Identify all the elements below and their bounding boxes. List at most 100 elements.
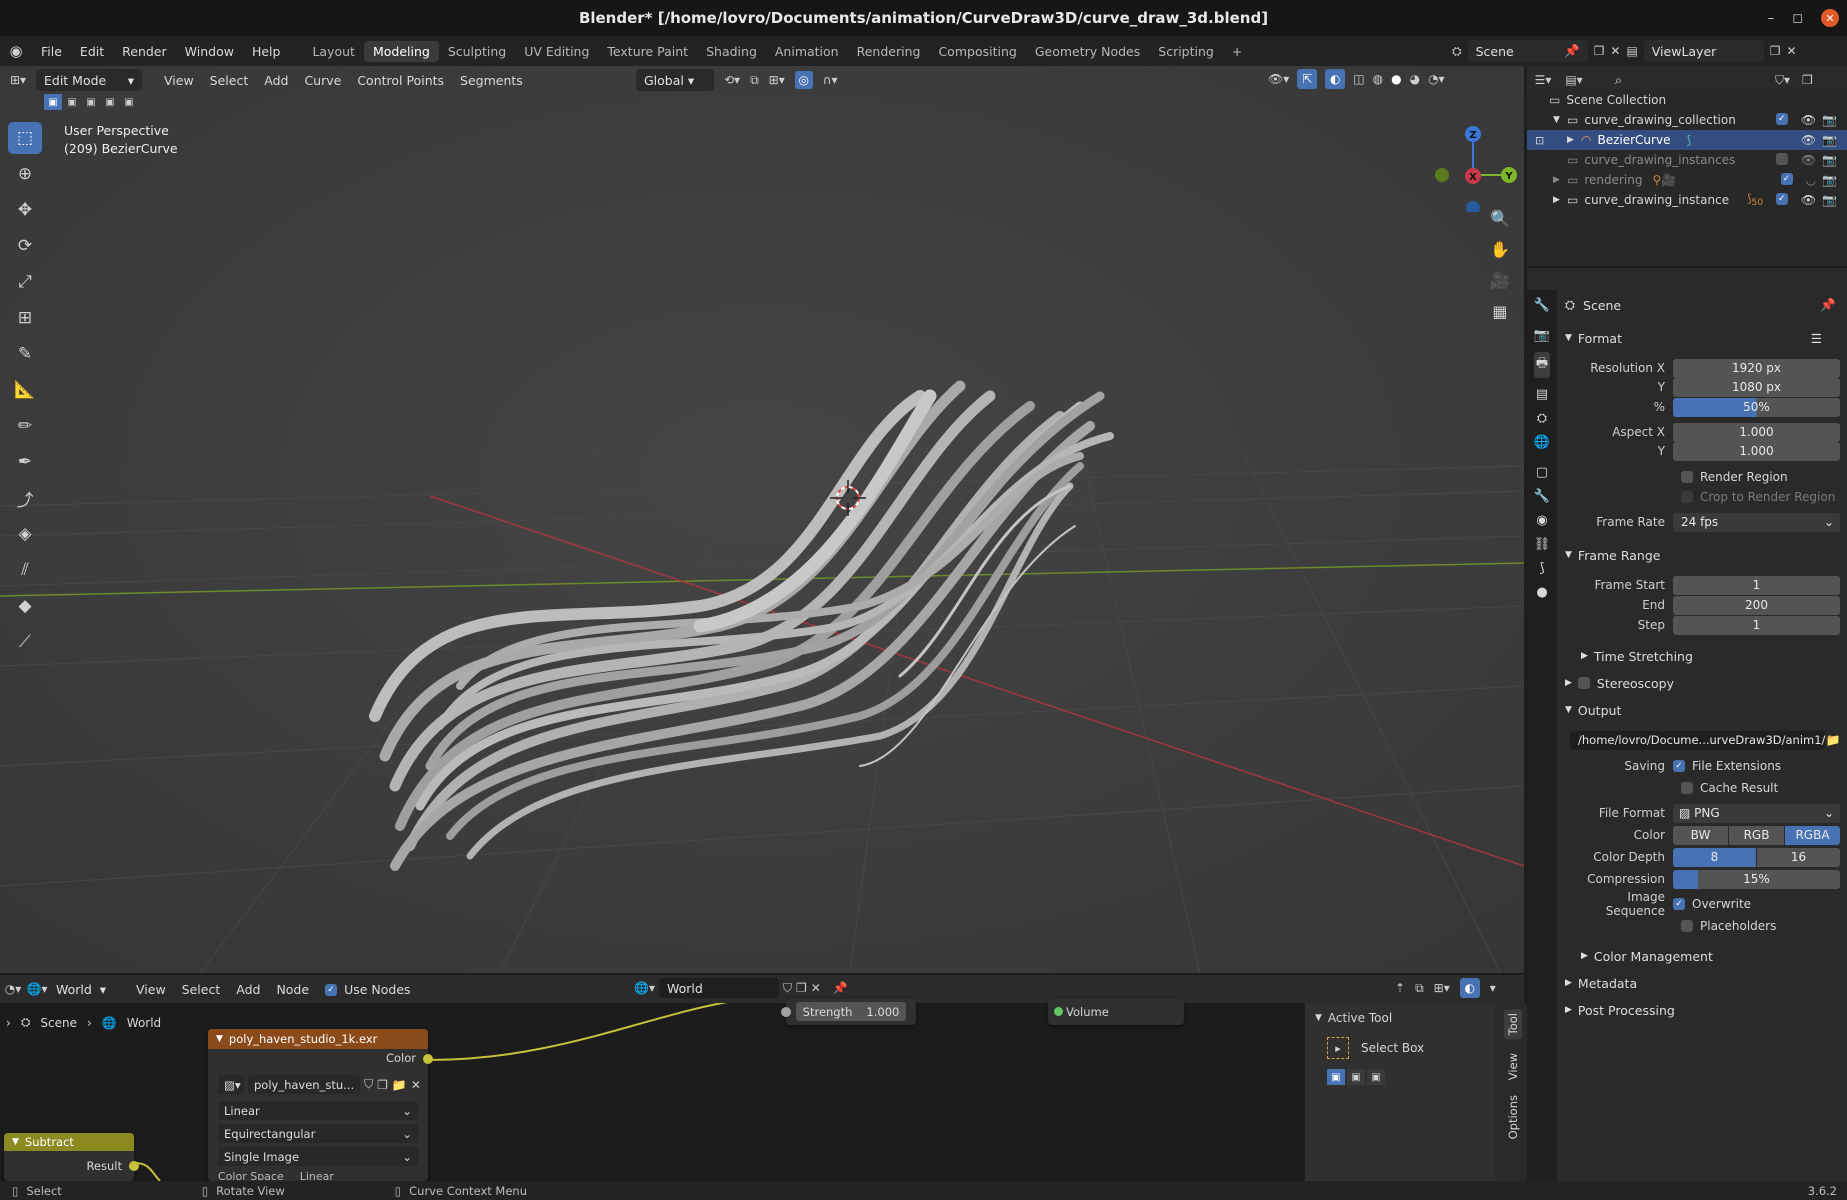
menu-file[interactable]: File bbox=[32, 44, 71, 59]
collapse-arrow-icon[interactable]: ▼ bbox=[216, 1034, 223, 1044]
pivot-point-icon[interactable]: ⟲▾ bbox=[724, 73, 740, 87]
subtract-node-header[interactable]: ▼ Subtract bbox=[4, 1133, 134, 1151]
outliner-row-scene-collection[interactable]: ▭ Scene Collection bbox=[1527, 90, 1847, 110]
modifier-tab-icon[interactable]: 🔧 bbox=[1534, 489, 1550, 504]
material-tab-icon[interactable]: ● bbox=[1536, 585, 1547, 600]
post-processing-panel-header[interactable]: ▶ Post Processing bbox=[1565, 999, 1840, 1021]
active-tool-panel-header[interactable]: ▼ Active Tool bbox=[1305, 1003, 1495, 1033]
cache-result-row[interactable]: Cache Result bbox=[1565, 778, 1840, 798]
tab-layout[interactable]: Layout bbox=[303, 41, 364, 62]
close-icon[interactable]: ✕ bbox=[1821, 9, 1839, 27]
world-tab-icon[interactable]: 🌐 bbox=[1534, 435, 1550, 450]
minimize-icon[interactable]: – bbox=[1768, 11, 1775, 26]
frame-rate-dropdown[interactable]: 24 fps ⌄ bbox=[1673, 512, 1840, 532]
duplicate-icon[interactable]: ❐ bbox=[796, 981, 807, 995]
pin-icon[interactable]: 📌 bbox=[833, 981, 848, 995]
camera-icon[interactable]: 📷 bbox=[1822, 133, 1837, 147]
fake-user-icon[interactable]: ⛉ bbox=[364, 1077, 373, 1092]
camera-icon[interactable]: 📷 bbox=[1822, 173, 1837, 187]
camera-icon[interactable]: 📷 bbox=[1822, 113, 1837, 127]
exclude-checkbox[interactable]: ✓ bbox=[1780, 173, 1793, 185]
sidebar-tab-tool[interactable]: Tool bbox=[1504, 1009, 1522, 1040]
eye-closed-icon[interactable]: ◡ bbox=[1806, 173, 1816, 187]
overlay-toggle-icon[interactable]: ◐ bbox=[1459, 978, 1480, 998]
eye-icon[interactable]: 👁 bbox=[1801, 193, 1816, 207]
strength-field[interactable]: Strength 1.000 bbox=[796, 1002, 906, 1021]
image-node-header[interactable]: ▼ poly_haven_studio_1k.exr bbox=[208, 1029, 428, 1049]
metadata-panel-header[interactable]: ▶ Metadata bbox=[1565, 972, 1840, 994]
presets-icon[interactable]: ☰ bbox=[1811, 331, 1822, 346]
aspect-y-field[interactable]: 1.000 bbox=[1673, 441, 1840, 461]
output-path-field[interactable]: /home/lovro/Docume...urveDraw3D/anim1/ bbox=[1570, 730, 1826, 750]
outliner-row-rendering[interactable]: ▶ ▭ rendering ⚲🎥 ✓ ◡ 📷 bbox=[1527, 170, 1847, 190]
display-mode-icon[interactable]: ▤▾ bbox=[1559, 73, 1589, 87]
delete-viewlayer-icon[interactable]: ✕ bbox=[1787, 44, 1797, 58]
world-output-node[interactable]: Volume bbox=[1048, 999, 1184, 1025]
view-layer-tab-icon[interactable]: ▤ bbox=[1536, 387, 1548, 402]
placeholders-row[interactable]: Placeholders bbox=[1565, 916, 1840, 936]
frame-end-field[interactable]: 200 bbox=[1673, 595, 1840, 615]
pin-icon[interactable]: 📌 bbox=[1564, 43, 1580, 59]
3d-viewport[interactable]: ⊞▾ Edit Mode ▾ View Select Add Curve Cont… bbox=[0, 66, 1524, 973]
render-tab-icon[interactable]: 📷 bbox=[1534, 328, 1550, 343]
select-new-icon[interactable]: ▣ bbox=[44, 94, 62, 110]
zoom-icon[interactable]: 🔍 bbox=[1490, 209, 1510, 228]
image-texture-node[interactable]: ▼ poly_haven_studio_1k.exr Color ▨▾ poly_… bbox=[208, 1029, 433, 1181]
menu-render[interactable]: Render bbox=[113, 44, 176, 59]
shader-type-icon[interactable]: 🌐▾ bbox=[26, 982, 48, 996]
chevron-down-icon[interactable]: ▾ bbox=[1490, 981, 1496, 995]
outliner-search-input[interactable]: ⌕ bbox=[1607, 71, 1717, 89]
select-box-tool-icon[interactable]: ⬚ bbox=[8, 122, 42, 154]
frame-start-field[interactable]: 1 bbox=[1673, 575, 1840, 595]
new-scene-icon[interactable]: ❐ bbox=[1594, 44, 1605, 58]
fake-user-icon[interactable]: ⛉ bbox=[783, 981, 792, 996]
proportional-editing-icon[interactable]: ◎ bbox=[794, 71, 813, 89]
move-tool-icon[interactable]: ✥ bbox=[8, 194, 42, 226]
viewport-menu-add[interactable]: Add bbox=[256, 73, 296, 88]
folder-icon[interactable]: 📁 bbox=[1825, 733, 1840, 747]
file-extensions-checkbox[interactable]: ✓ bbox=[1673, 760, 1685, 772]
compression-slider[interactable]: 15% bbox=[1673, 869, 1840, 889]
use-nodes-toggle[interactable]: ✓ Use Nodes bbox=[317, 982, 418, 997]
pen-tool-icon[interactable]: ✒ bbox=[8, 446, 42, 478]
shear-tool-icon[interactable]: ⟋ bbox=[8, 626, 42, 658]
scene-tab-icon[interactable]: ⛭ bbox=[1537, 411, 1547, 426]
shader-type-selector[interactable]: World ▾ bbox=[48, 978, 128, 1000]
snap-icon[interactable]: ⧉ bbox=[1415, 981, 1424, 996]
placeholders-checkbox[interactable] bbox=[1681, 920, 1693, 932]
new-collection-icon[interactable]: ❐ bbox=[1802, 73, 1813, 87]
color-management-header[interactable]: ▶ Color Management bbox=[1565, 945, 1840, 967]
menu-edit[interactable]: Edit bbox=[71, 44, 113, 59]
outliner-row-collection[interactable]: ▼ ▭ curve_drawing_collection ✓ 👁 📷 bbox=[1527, 110, 1847, 130]
cursor-tool-icon[interactable]: ⊕ bbox=[8, 158, 42, 190]
exclude-checkbox[interactable]: ✓ bbox=[1775, 193, 1788, 205]
scale-tool-icon[interactable]: ⤢ bbox=[8, 266, 42, 298]
select-invert-icon[interactable]: ▣ bbox=[101, 94, 119, 110]
transform-orientation-selector[interactable]: Global ▾ bbox=[636, 69, 714, 91]
randomize-tool-icon[interactable]: ◆ bbox=[8, 590, 42, 622]
stereoscopy-panel-header[interactable]: ▶ Stereoscopy bbox=[1565, 672, 1840, 694]
depth-8-button[interactable]: 8 bbox=[1673, 847, 1756, 867]
tab-sculpting[interactable]: Sculpting bbox=[439, 41, 515, 62]
render-region-checkbox[interactable] bbox=[1681, 471, 1693, 483]
expand-arrow-icon[interactable]: ▶ bbox=[1567, 135, 1581, 145]
tilt-tool-icon[interactable]: ⫽ bbox=[8, 554, 42, 586]
collapse-arrow-icon[interactable]: ▼ bbox=[12, 1137, 19, 1147]
select-new-icon[interactable]: ▣ bbox=[1327, 1069, 1345, 1085]
select-extend-icon[interactable]: ▣ bbox=[1347, 1069, 1365, 1085]
viewport-menu-view[interactable]: View bbox=[156, 73, 202, 88]
editor-type-icon[interactable]: ⊞▾ bbox=[0, 73, 36, 87]
constraint-tab-icon[interactable]: ⛓ bbox=[1534, 537, 1551, 552]
navigation-gizmo[interactable]: Z Y X bbox=[1428, 122, 1518, 212]
outliner-row-instance[interactable]: ▶ ▭ curve_drawing_instance ⟆50 ✓ 👁 📷 bbox=[1527, 190, 1847, 210]
viewport-menu-segments[interactable]: Segments bbox=[452, 73, 531, 88]
time-stretching-header[interactable]: ▶ Time Stretching bbox=[1565, 645, 1840, 667]
viewlayer-icon[interactable]: ▤ bbox=[1626, 44, 1637, 58]
overlay-toggle-icon[interactable]: ◐ bbox=[1325, 69, 1346, 89]
unlink-icon[interactable]: ✕ bbox=[811, 981, 821, 995]
annotate-tool-icon[interactable]: ✎ bbox=[8, 338, 42, 370]
measure-tool-icon[interactable]: 📐 bbox=[8, 374, 42, 406]
resolution-y-field[interactable]: 1080 px bbox=[1673, 377, 1840, 397]
tool-tab-icon[interactable]: 🔧 bbox=[1534, 298, 1550, 313]
stereoscopy-checkbox[interactable] bbox=[1577, 677, 1590, 689]
